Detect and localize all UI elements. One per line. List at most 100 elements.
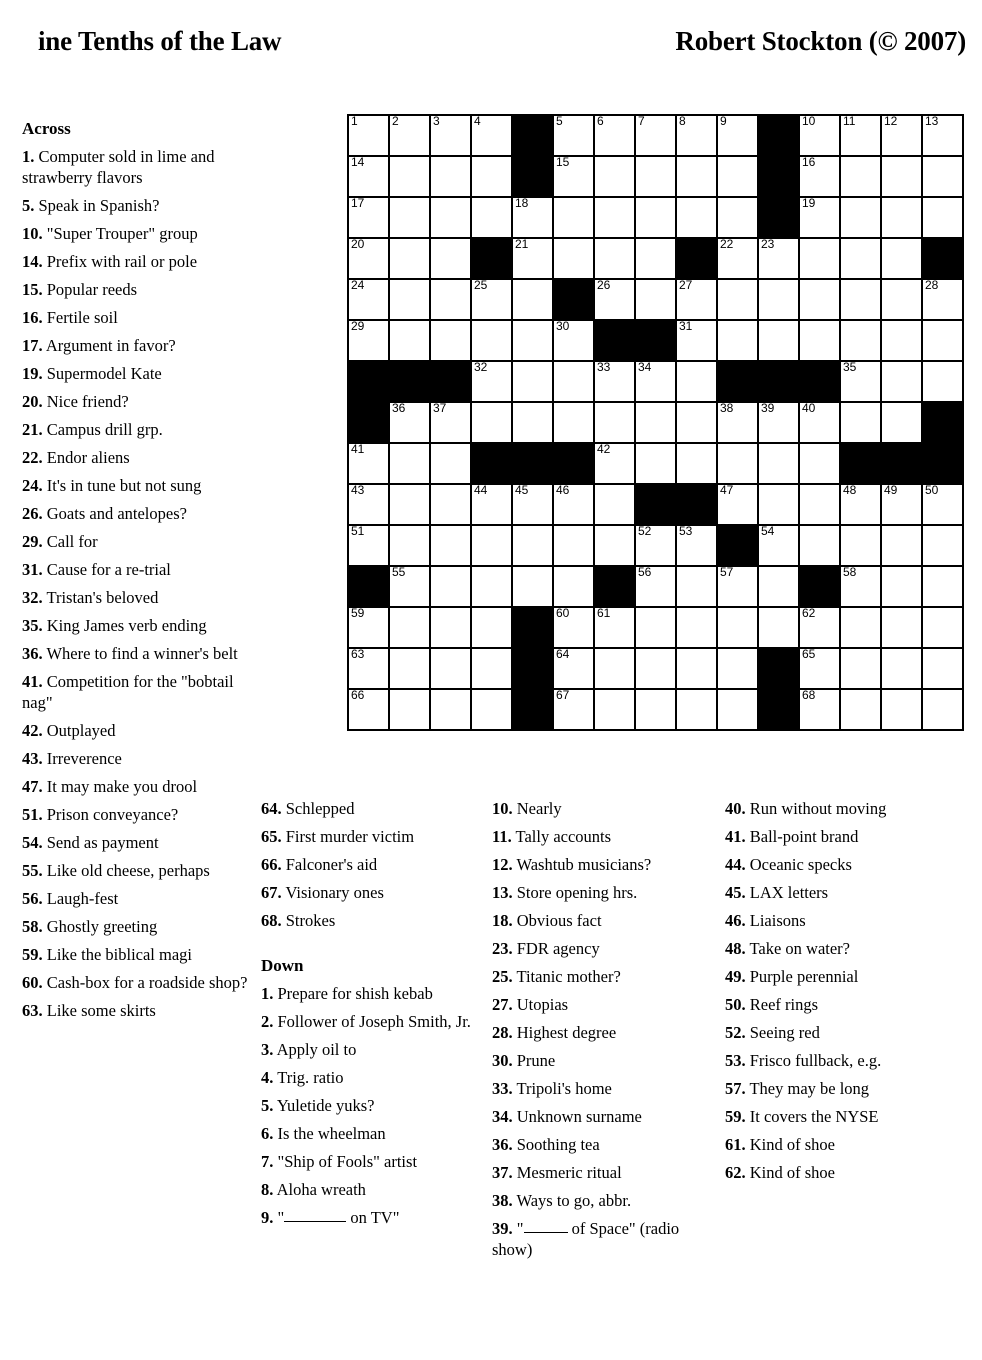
grid-letter-cell[interactable]: 26 — [594, 279, 635, 320]
grid-letter-cell[interactable]: 54 — [758, 525, 799, 566]
grid-letter-cell[interactable]: 27 — [676, 279, 717, 320]
clue-item[interactable]: 33. Tripoli's home — [492, 1078, 720, 1099]
grid-letter-cell[interactable] — [430, 648, 471, 689]
clue-item[interactable]: 29. Call for — [22, 531, 250, 552]
grid-letter-cell[interactable]: 55 — [389, 566, 430, 607]
clue-item[interactable]: 62. Kind of shoe — [725, 1162, 965, 1183]
grid-letter-cell[interactable] — [922, 566, 963, 607]
clue-item[interactable]: 23. FDR agency — [492, 938, 720, 959]
grid-letter-cell[interactable] — [881, 525, 922, 566]
grid-letter-cell[interactable]: 20 — [348, 238, 389, 279]
grid-letter-cell[interactable] — [471, 402, 512, 443]
grid-letter-cell[interactable] — [676, 443, 717, 484]
grid-letter-cell[interactable]: 15 — [553, 156, 594, 197]
grid-letter-cell[interactable] — [717, 689, 758, 730]
clue-item[interactable]: 36. Where to find a winner's belt — [22, 643, 250, 664]
clue-item[interactable]: 57. They may be long — [725, 1078, 965, 1099]
grid-letter-cell[interactable]: 5 — [553, 115, 594, 156]
clue-item[interactable]: 56. Laugh-fest — [22, 888, 250, 909]
grid-letter-cell[interactable] — [881, 361, 922, 402]
grid-letter-cell[interactable]: 22 — [717, 238, 758, 279]
clue-item[interactable]: 39. " of Space" (radio show) — [492, 1218, 720, 1260]
clue-item[interactable]: 61. Kind of shoe — [725, 1134, 965, 1155]
grid-letter-cell[interactable]: 68 — [799, 689, 840, 730]
clue-item[interactable]: 16. Fertile soil — [22, 307, 250, 328]
grid-letter-cell[interactable]: 50 — [922, 484, 963, 525]
grid-letter-cell[interactable] — [840, 156, 881, 197]
grid-letter-cell[interactable] — [430, 320, 471, 361]
grid-letter-cell[interactable]: 47 — [717, 484, 758, 525]
clue-item[interactable]: 41. Ball-point brand — [725, 826, 965, 847]
grid-letter-cell[interactable] — [389, 238, 430, 279]
grid-letter-cell[interactable]: 25 — [471, 279, 512, 320]
clue-item[interactable]: 6. Is the wheelman — [261, 1123, 479, 1144]
clue-item[interactable]: 15. Popular reeds — [22, 279, 250, 300]
grid-letter-cell[interactable]: 1 — [348, 115, 389, 156]
clue-item[interactable]: 2. Follower of Joseph Smith, Jr. — [261, 1011, 479, 1032]
grid-letter-cell[interactable] — [635, 689, 676, 730]
grid-letter-cell[interactable] — [635, 402, 676, 443]
grid-letter-cell[interactable]: 40 — [799, 402, 840, 443]
clue-item[interactable]: 58. Ghostly greeting — [22, 916, 250, 937]
clue-item[interactable]: 41. Competition for the "bobtail nag" — [22, 671, 250, 713]
clue-item[interactable]: 59. Like the biblical magi — [22, 944, 250, 965]
grid-letter-cell[interactable] — [717, 156, 758, 197]
clue-item[interactable]: 7. "Ship of Fools" artist — [261, 1151, 479, 1172]
grid-letter-cell[interactable] — [881, 197, 922, 238]
clue-item[interactable]: 25. Titanic mother? — [492, 966, 720, 987]
clue-item[interactable]: 63. Like some skirts — [22, 1000, 250, 1021]
grid-letter-cell[interactable] — [512, 402, 553, 443]
grid-letter-cell[interactable]: 43 — [348, 484, 389, 525]
grid-letter-cell[interactable] — [799, 525, 840, 566]
clue-item[interactable]: 55. Like old cheese, perhaps — [22, 860, 250, 881]
grid-letter-cell[interactable] — [471, 607, 512, 648]
grid-letter-cell[interactable]: 52 — [635, 525, 676, 566]
grid-letter-cell[interactable]: 46 — [553, 484, 594, 525]
grid-letter-cell[interactable] — [840, 320, 881, 361]
grid-letter-cell[interactable] — [594, 238, 635, 279]
grid-letter-cell[interactable]: 13 — [922, 115, 963, 156]
grid-letter-cell[interactable]: 42 — [594, 443, 635, 484]
grid-letter-cell[interactable] — [430, 156, 471, 197]
grid-letter-cell[interactable] — [799, 279, 840, 320]
grid-letter-cell[interactable]: 30 — [553, 320, 594, 361]
grid-letter-cell[interactable] — [471, 566, 512, 607]
clue-item[interactable]: 46. Liaisons — [725, 910, 965, 931]
clue-item[interactable]: 47. It may make you drool — [22, 776, 250, 797]
grid-letter-cell[interactable] — [389, 279, 430, 320]
grid-letter-cell[interactable] — [799, 443, 840, 484]
grid-letter-cell[interactable] — [389, 607, 430, 648]
grid-letter-cell[interactable] — [840, 402, 881, 443]
clue-item[interactable]: 30. Prune — [492, 1050, 720, 1071]
grid-letter-cell[interactable] — [389, 525, 430, 566]
grid-letter-cell[interactable] — [881, 320, 922, 361]
clue-item[interactable]: 5. Yuletide yuks? — [261, 1095, 479, 1116]
grid-letter-cell[interactable] — [758, 443, 799, 484]
grid-letter-cell[interactable] — [758, 607, 799, 648]
grid-letter-cell[interactable] — [922, 648, 963, 689]
grid-letter-cell[interactable]: 16 — [799, 156, 840, 197]
clue-item[interactable]: 38. Ways to go, abbr. — [492, 1190, 720, 1211]
grid-letter-cell[interactable]: 9 — [717, 115, 758, 156]
clue-item[interactable]: 9. " on TV" — [261, 1207, 479, 1228]
grid-letter-cell[interactable] — [758, 320, 799, 361]
clue-item[interactable]: 27. Utopias — [492, 994, 720, 1015]
grid-letter-cell[interactable] — [471, 525, 512, 566]
grid-letter-cell[interactable] — [881, 156, 922, 197]
grid-letter-cell[interactable] — [635, 648, 676, 689]
clue-item[interactable]: 48. Take on water? — [725, 938, 965, 959]
clue-item[interactable]: 51. Prison conveyance? — [22, 804, 250, 825]
grid-letter-cell[interactable]: 12 — [881, 115, 922, 156]
grid-letter-cell[interactable] — [881, 402, 922, 443]
clue-item[interactable]: 19. Supermodel Kate — [22, 363, 250, 384]
grid-letter-cell[interactable]: 7 — [635, 115, 676, 156]
grid-letter-cell[interactable] — [717, 320, 758, 361]
grid-letter-cell[interactable] — [840, 689, 881, 730]
grid-letter-cell[interactable]: 35 — [840, 361, 881, 402]
clue-item[interactable]: 12. Washtub musicians? — [492, 854, 720, 875]
grid-letter-cell[interactable] — [635, 197, 676, 238]
clue-item[interactable]: 67. Visionary ones — [261, 882, 479, 903]
clue-item[interactable]: 1. Prepare for shish kebab — [261, 983, 479, 1004]
grid-letter-cell[interactable] — [430, 566, 471, 607]
clue-item[interactable]: 64. Schlepped — [261, 798, 479, 819]
